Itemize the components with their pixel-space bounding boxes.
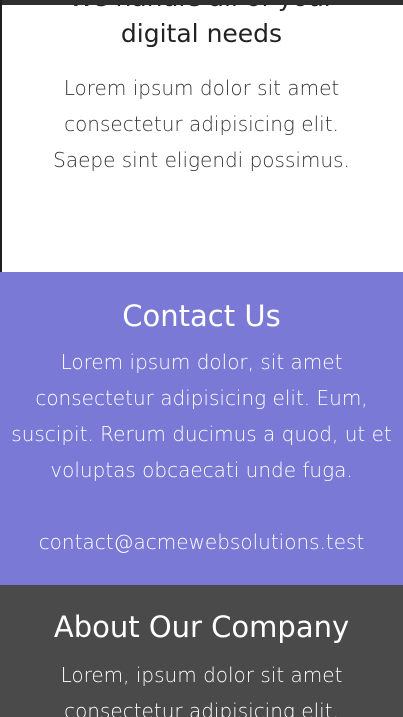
contact-email-link[interactable]: contact@acmewebsolutions.test (0, 524, 403, 560)
about-heading: About Our Company (53, 610, 350, 644)
contact-section: Contact Us Lorem ipsum dolor, sit amet c… (0, 272, 403, 585)
hero-section: We handle all of your digital needs Lore… (0, 0, 403, 272)
about-text: Lorem, ipsum dolor sit amet consectetur … (60, 663, 343, 717)
hero-heading: We handle all of your digital needs (69, 0, 334, 48)
contact-heading: Contact Us (122, 299, 281, 333)
browser-top-bar (0, 0, 403, 5)
frame-left-edge (0, 0, 2, 272)
contact-text: Lorem ipsum dolor, sit amet consectetur … (11, 350, 392, 482)
about-section: About Our Company Lorem, ipsum dolor sit… (0, 585, 403, 717)
hero-text: Lorem ipsum dolor sit amet consectetur a… (53, 76, 350, 172)
